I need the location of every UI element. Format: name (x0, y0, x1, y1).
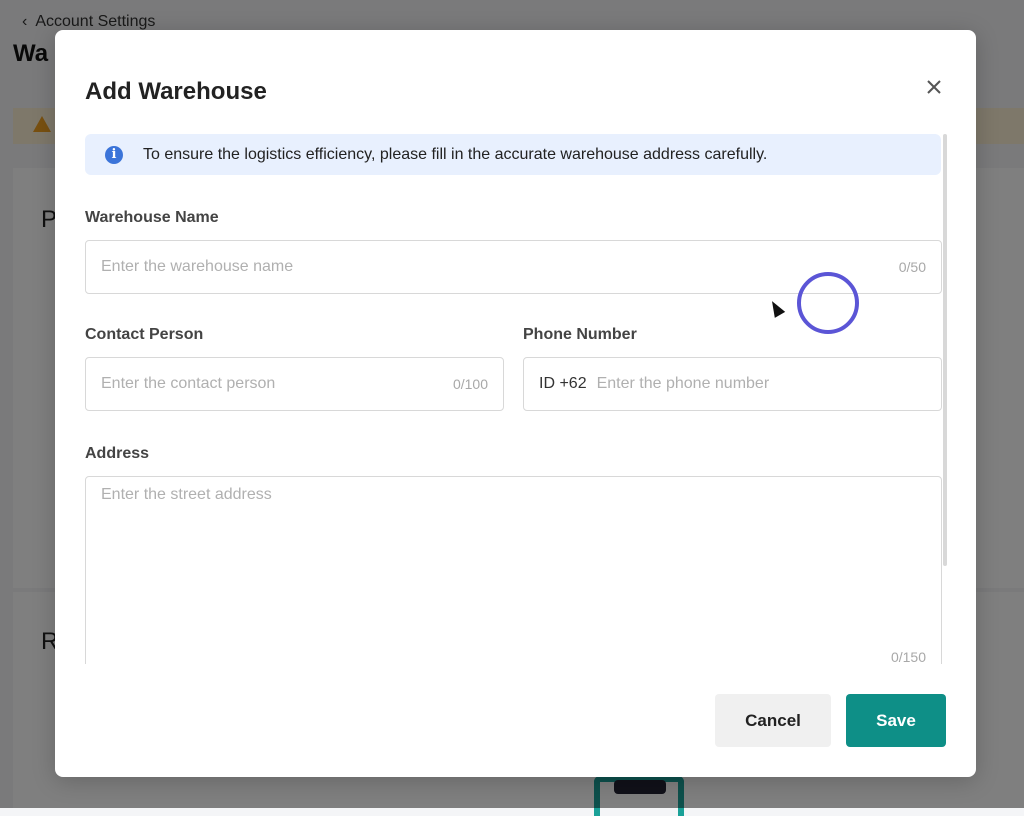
close-button[interactable] (921, 74, 947, 100)
address-field: 0/150 (85, 476, 942, 664)
save-button[interactable]: Save (846, 694, 946, 747)
contact-person-field: 0/100 (85, 357, 504, 411)
dialog-scrollbar[interactable] (943, 134, 947, 566)
contact-person-counter: 0/100 (452, 376, 488, 392)
info-banner: i To ensure the logistics efficiency, pl… (85, 134, 941, 175)
contact-person-input[interactable] (86, 358, 453, 410)
phone-number-input[interactable] (586, 358, 941, 410)
dialog-title: Add Warehouse (85, 78, 267, 105)
info-icon: i (105, 145, 123, 164)
cursor-highlight-ring (797, 272, 859, 334)
contact-person-label: Contact Person (85, 326, 204, 343)
dialog-body: i To ensure the logistics efficiency, pl… (85, 134, 948, 664)
add-warehouse-dialog: Add Warehouse i To ensure the logistics … (55, 30, 976, 777)
close-icon (927, 80, 941, 94)
address-counter: 0/150 (890, 649, 926, 664)
cancel-button[interactable]: Cancel (715, 694, 831, 747)
address-label: Address (85, 445, 150, 462)
info-banner-text: To ensure the logistics efficiency, plea… (143, 145, 768, 163)
phone-number-field: ID +62 (523, 357, 942, 411)
warehouse-name-label: Warehouse Name (85, 209, 219, 226)
address-input[interactable] (86, 477, 941, 656)
phone-number-label: Phone Number (523, 326, 637, 343)
warehouse-name-counter: 0/50 (898, 259, 926, 275)
warehouse-name-input[interactable] (86, 241, 899, 293)
country-code-prefix[interactable]: ID +62 (524, 375, 587, 393)
